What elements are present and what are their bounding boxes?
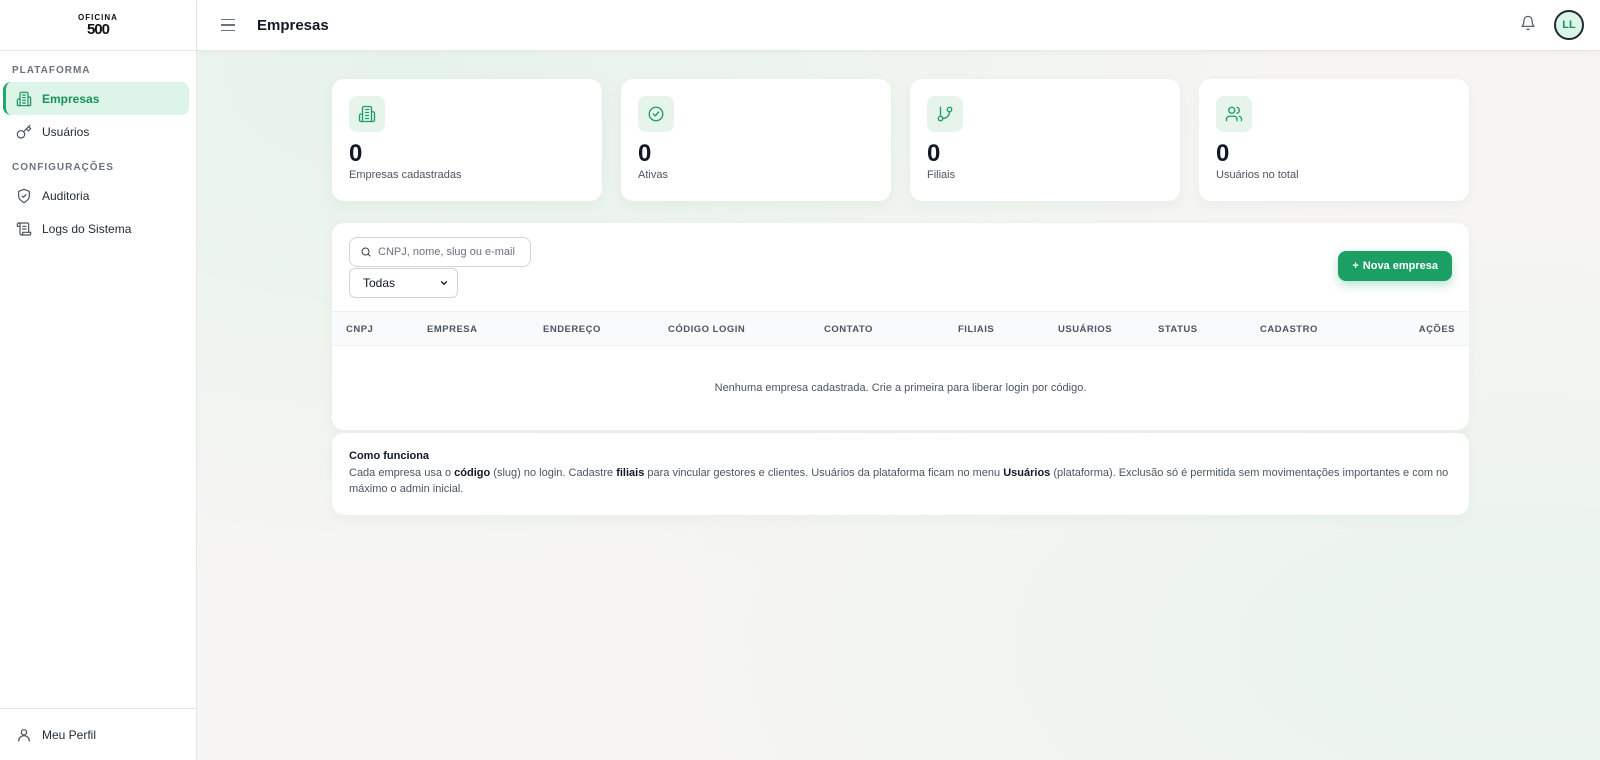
- column-header-endereco[interactable]: ENDEREÇO: [543, 324, 601, 335]
- sidebar-item-label: Empresas: [42, 91, 100, 106]
- search-input[interactable]: [378, 246, 520, 258]
- info-bold-filiais: filiais: [616, 467, 645, 479]
- how-it-works-title: Como funciona: [349, 450, 430, 462]
- topbar-actions: LL: [1520, 10, 1584, 40]
- search-icon: [361, 247, 371, 257]
- status-filter-value: Todas: [363, 276, 396, 290]
- menu-icon-bar: [221, 29, 235, 32]
- column-header-usuarios[interactable]: USUÁRIOS: [1058, 324, 1112, 335]
- companies-table-card: Todas + Nova empresa CNPJ EMPRESA ENDERE…: [332, 223, 1469, 430]
- column-header-cnpj[interactable]: CNPJ: [346, 324, 373, 335]
- sidebar-item-label: Auditoria: [42, 188, 90, 203]
- menu-toggle-button[interactable]: [221, 16, 239, 34]
- column-header-cadastro[interactable]: CADASTRO: [1260, 324, 1318, 335]
- section-label-platform: PLATAFORMA: [12, 65, 91, 76]
- section-label-config: CONFIGURAÇÕES: [12, 162, 114, 173]
- how-it-works-card: Como funciona Cada empresa usa o código …: [332, 433, 1469, 515]
- sidebar-item-auditoria[interactable]: Auditoria: [3, 179, 189, 212]
- check-circle-icon: [648, 106, 664, 122]
- stat-value: 0: [927, 140, 941, 167]
- building-icon: [358, 105, 376, 123]
- column-header-acoes: AÇÕES: [1418, 324, 1455, 335]
- status-filter-select[interactable]: Todas: [349, 268, 458, 298]
- stat-card-ativas: 0 Ativas: [621, 79, 891, 201]
- info-bold-usuarios: Usuários: [1003, 467, 1051, 479]
- stat-icon-box: [927, 96, 963, 132]
- sidebar-item-empresas[interactable]: Empresas: [3, 82, 189, 115]
- sidebar-item-usuarios[interactable]: Usuários: [3, 115, 189, 148]
- stat-value: 0: [349, 140, 363, 167]
- stat-icon-box: [638, 96, 674, 132]
- plus-icon: +: [1352, 260, 1359, 272]
- sidebar-item-meu-perfil[interactable]: Meu Perfil: [3, 718, 189, 751]
- new-company-button-label: Nova empresa: [1362, 260, 1438, 272]
- shield-check-icon: [18, 188, 30, 203]
- users-icon: [1225, 106, 1243, 122]
- stat-card-filiais: 0 Filiais: [910, 79, 1180, 201]
- info-text-part: (slug) no login. Cadastre: [490, 467, 617, 479]
- stat-card-empresas: 0 Empresas cadastradas: [332, 79, 602, 201]
- stat-card-usuarios: 0 Usuários no total: [1199, 79, 1469, 201]
- new-company-button[interactable]: + Nova empresa: [1338, 251, 1452, 281]
- logo[interactable]: OFICINA 500: [78, 13, 118, 38]
- column-header-empresa[interactable]: EMPRESA: [427, 324, 477, 335]
- logo-number-text: 500: [86, 20, 110, 38]
- sidebar-item-logs[interactable]: Logs do Sistema: [3, 212, 189, 245]
- stat-label: Filiais: [927, 169, 956, 181]
- sidebar-item-label: Logs do Sistema: [42, 221, 132, 236]
- column-header-codigo-login[interactable]: CÓDIGO LOGIN: [668, 324, 745, 335]
- menu-icon-bar: [221, 24, 235, 26]
- column-header-status[interactable]: STATUS: [1158, 324, 1198, 335]
- git-branch-icon: [937, 106, 953, 122]
- main-area: Empresas LL 0 Empresas cadastradas 0 Ati…: [197, 0, 1600, 760]
- page-content: 0 Empresas cadastradas 0 Ativas 0 Filiai…: [332, 79, 1469, 515]
- sidebar-footer: Meu Perfil: [0, 708, 196, 760]
- avatar[interactable]: LL: [1554, 10, 1584, 40]
- stat-icon-box: [1216, 96, 1252, 132]
- stat-label: Usuários no total: [1216, 169, 1299, 181]
- key-icon: [16, 124, 32, 139]
- sidebar: OFICINA 500 PLATAFORMA Empresas Usuários…: [0, 0, 197, 760]
- stat-value: 0: [1216, 140, 1230, 167]
- sidebar-item-label: Meu Perfil: [42, 727, 97, 742]
- stats-row: 0 Empresas cadastradas 0 Ativas 0 Filiai…: [332, 79, 1469, 201]
- info-text-part: para vincular gestores e clientes. Usuár…: [644, 467, 1004, 479]
- table-empty-state: Nenhuma empresa cadastrada. Crie a prime…: [714, 382, 1087, 394]
- info-bold-codigo: código: [454, 467, 491, 479]
- topbar: Empresas LL: [197, 0, 1600, 51]
- how-it-works-text: Cada empresa usa o código (slug) no logi…: [349, 465, 1452, 497]
- stat-label: Ativas: [638, 169, 668, 181]
- column-header-filiais[interactable]: FILIAIS: [958, 324, 994, 335]
- sidebar-item-label: Usuários: [42, 124, 90, 139]
- column-header-contato[interactable]: CONTATO: [824, 324, 873, 335]
- stat-icon-box: [349, 96, 385, 132]
- bell-icon: [1521, 15, 1535, 30]
- stat-value: 0: [638, 140, 652, 167]
- table-header: CNPJ EMPRESA ENDEREÇO CÓDIGO LOGIN CONTA…: [332, 311, 1469, 346]
- sidebar-nav: PLATAFORMA Empresas Usuários CONFIGURAÇÕ…: [0, 51, 196, 708]
- chevron-down-icon: [440, 281, 448, 285]
- building-icon: [16, 91, 32, 106]
- stat-label: Empresas cadastradas: [349, 169, 462, 181]
- logo-area: OFICINA 500: [0, 0, 196, 51]
- page-title: Empresas: [257, 16, 329, 34]
- notifications-button[interactable]: [1520, 15, 1536, 36]
- scroll-icon: [16, 221, 32, 236]
- menu-icon-bar: [221, 18, 235, 21]
- table-toolbar: Todas + Nova empresa: [332, 223, 1469, 311]
- search-box[interactable]: [349, 237, 531, 267]
- user-icon: [18, 728, 30, 742]
- info-text-part: Cada empresa usa o: [349, 467, 455, 479]
